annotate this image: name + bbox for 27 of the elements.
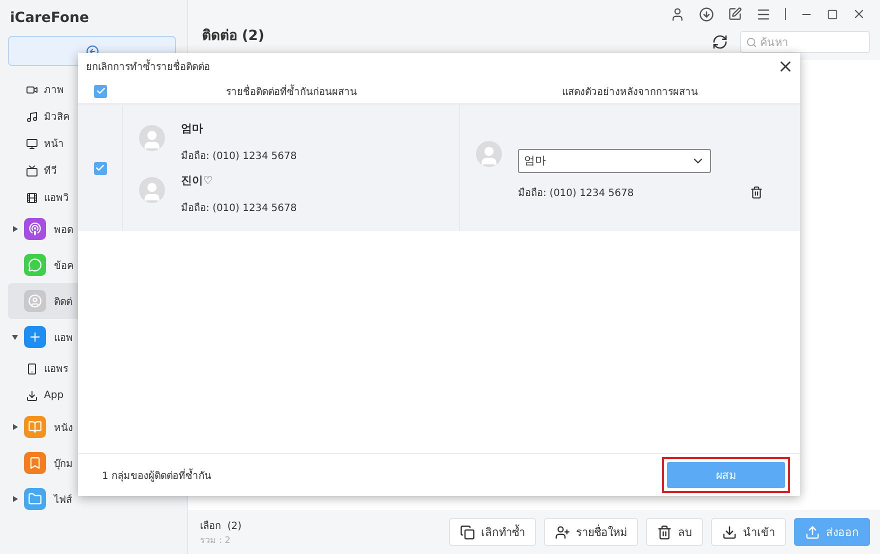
contact-name: 진이♡: [181, 173, 214, 188]
sidebar-label: พอด: [54, 224, 73, 236]
page-title: ติดต่อ (2): [202, 28, 266, 44]
sidebar-label: หนัง: [54, 422, 73, 434]
sidebar-label: บุ๊กม: [54, 458, 73, 470]
preview-phone: มือถือ: (010) 1234 5678: [518, 186, 634, 200]
sidebar-label: ข้อค: [54, 260, 74, 272]
dialog-title: ยกเลิกการทำซ้ำรายชื่อติดต่อ: [86, 58, 210, 74]
sidebar-label: แอพ: [54, 332, 73, 344]
column-header: แสดงตัวอย่างหลังจากการผสาน: [562, 86, 698, 98]
sidebar-label: ไฟส์: [54, 493, 72, 506]
sidebar-label: มิวสิค: [44, 111, 70, 124]
sidebar-label: แอพวิ: [44, 192, 69, 205]
column-header: รายชื่อติดต่อที่ซ้ำกันก่อนผสาน: [226, 84, 357, 98]
contact-phone: มือถือ: (010) 1234 5678: [181, 150, 297, 163]
app-title: iCareFone: [9, 9, 90, 28]
sidebar-label: แอพร: [44, 363, 68, 376]
contact-name: 엄마: [181, 121, 204, 136]
duplicate-summary: 1 กลุ่มของผู้ติดต่อที่ซ้ำกัน: [102, 468, 212, 482]
sidebar-label: ทีวี: [44, 164, 57, 178]
sidebar-label: หน้า: [44, 138, 64, 151]
contact-phone: มือถือ: (010) 1234 5678: [181, 202, 297, 215]
sidebar-label: ติดต่: [54, 296, 72, 308]
selected-count: เลือก (2): [200, 520, 243, 532]
sidebar-label: App: [44, 390, 64, 401]
total-count: รวม : 2: [200, 534, 232, 546]
sidebar-label: ภาพ: [44, 84, 64, 97]
